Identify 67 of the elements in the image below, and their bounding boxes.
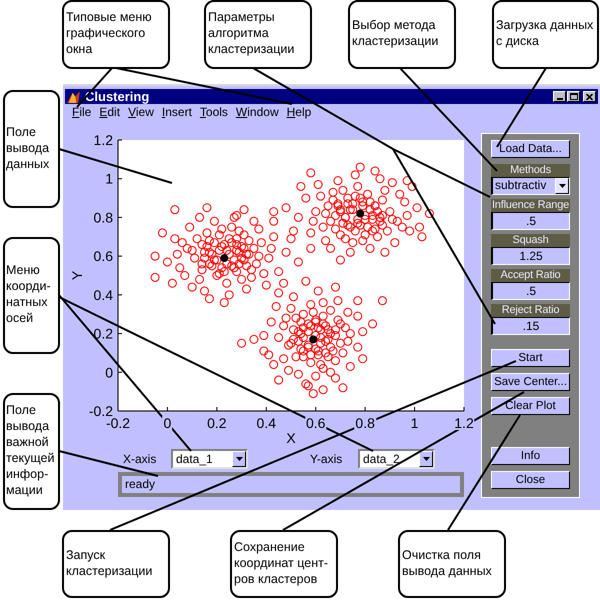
callout: Меню коорди-натных осей [3,237,60,354]
callout: Типовые меню графического окна [62,0,170,69]
parameter-label: Accept Ratio [491,269,570,282]
axis-label: Y-axis [310,452,344,466]
callout: Поле вывода данных [3,90,60,208]
menu-item[interactable]: Tools [196,105,232,120]
x-tick-label: 0.4 [256,416,278,430]
callout: Очистка поля вывода данных [398,530,506,598]
x-tick-label: 0.6 [304,416,326,430]
method-label: Methods [491,164,570,177]
window-title: Clustering [85,89,150,104]
axis-dropdown[interactable]: data_2 [358,449,435,469]
y-tick-label: -0.2 [88,403,113,419]
y-tick-label: 1.2 [94,132,113,148]
y-tick-label: 0.8 [94,209,113,226]
callout: Выбор метода кластеризации [348,0,456,69]
x-tick-label: 0 [162,416,172,430]
x-tick-label: -0.2 [104,416,132,430]
parameter-label: Squash [491,234,570,247]
parameter-field[interactable]: .15 [491,317,570,335]
y-axis-title: Y [69,270,85,280]
x-tick-label: 1.2 [453,416,475,430]
caret-icon [232,451,246,467]
maximize-icon [570,93,578,100]
minimize-icon [556,98,562,100]
caret-icon [555,178,569,194]
callout: Сохранение координат цент-ров кластеров [230,530,338,598]
y-tick-label: 0 [105,364,113,380]
axis-label: X-axis [123,452,158,466]
window-close-button[interactable] [583,91,596,102]
x-tick-label: 1 [410,416,420,430]
close-button[interactable]: Close [491,471,570,489]
parameter-label: Reject Ratio [491,304,570,317]
parameter-field[interactable]: 1.25 [491,247,570,265]
parameter-field[interactable]: .5 [491,212,570,230]
callout: Параметры алгоритма кластеризации [204,0,312,69]
y-tick-label: 0.4 [94,286,113,303]
close-icon [586,94,593,100]
status-field: ready [118,472,464,497]
menu-item[interactable]: View [124,105,158,120]
save-center-button[interactable]: Save Center... [491,373,570,391]
callout: Загрузка данных с диска [492,0,599,69]
axis-dropdown[interactable]: data_1 [171,449,248,469]
maximize-button[interactable] [567,91,580,102]
menu-item[interactable]: File [68,105,96,120]
clear-plot-button[interactable]: Clear Plot [491,397,570,415]
x-tick-label: 0.8 [354,416,376,430]
x-axis-title: X [286,430,296,446]
load-data-button[interactable]: Load Data... [491,140,570,158]
menu-item[interactable]: Insert [158,105,196,120]
x-tick-label: 0.2 [206,416,228,430]
parameter-field[interactable]: .5 [491,282,570,300]
menu-item[interactable]: Help [282,105,316,120]
start-button[interactable]: Start [491,349,570,367]
info-button[interactable]: Info [491,447,570,465]
y-tick-label: 0.2 [94,326,113,342]
menu-item[interactable]: Window [232,105,283,120]
y-tick-label: 1 [105,170,113,187]
method-dropdown[interactable]: subtractiv [491,177,570,195]
callout: Поле вывода важной текущей инфор-мации [3,393,60,510]
caret-icon [419,451,433,467]
parameter-label: Influence Range [491,199,570,212]
y-tick-label: 0.6 [94,248,113,264]
menu-item[interactable]: Edit [95,105,124,120]
callout: Запуск кластеризации [62,530,170,598]
peak-icon [67,90,80,102]
minimize-button[interactable] [553,91,566,102]
